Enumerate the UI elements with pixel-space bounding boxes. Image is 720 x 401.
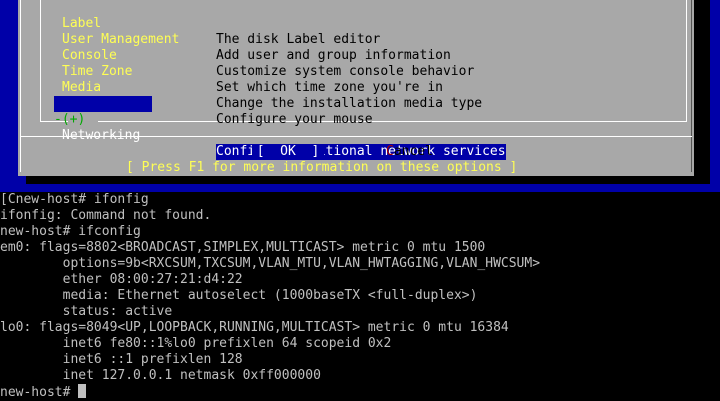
menu-item-key: Networking <box>62 128 141 143</box>
terminal-line: [Cnew-host# ifonfig <box>0 192 149 207</box>
menu-item-description: Add user and group information <box>216 48 451 63</box>
menu-list: Label The disk Label editor User Managem… <box>0 0 720 160</box>
menu-item-user-management[interactable]: User Management Add user and group infor… <box>54 16 451 63</box>
terminal-line: lo0: flags=8049<UP,LOOPBACK,RUNNING,MULT… <box>0 320 509 335</box>
terminal-line: inet6 fe80::1%lo0 prefixlen 64 scopeid 0… <box>0 336 392 351</box>
ok-button[interactable]: [ OK ] <box>252 144 324 160</box>
terminal-line: em0: flags=8802<BROADCAST,SIMPLEX,MULTIC… <box>0 240 486 255</box>
dialog-shadow-bottom <box>26 176 702 184</box>
terminal-line: new-host# ifconfig <box>0 224 141 239</box>
terminal-line: inet6 ::1 prefixlen 128 <box>0 352 243 367</box>
cancel-hotkey: C <box>386 144 394 159</box>
terminal-line: options=9b<RXCSUM,TXCSUM,VLAN_MTU,VLAN_H… <box>0 256 541 271</box>
cancel-label: ancel <box>393 144 433 159</box>
terminal-line: media: Ethernet autoselect (1000baseTX <… <box>0 288 478 303</box>
terminal-line: status: active <box>0 304 173 319</box>
text-cursor <box>78 384 87 398</box>
help-hint: [ Press F1 for more information on these… <box>126 160 518 176</box>
menu-item-networking[interactable]: Networking Configure additional network … <box>54 96 654 160</box>
menu-item-description: Configure your mouse <box>216 112 373 127</box>
options-dialog: Label The disk Label editor User Managem… <box>18 0 694 176</box>
shell-prompt: new-host# <box>0 385 79 400</box>
terminal-line: inet 127.0.0.1 netmask 0xff000000 <box>0 368 321 383</box>
terminal-output[interactable]: [Cnew-host# ifonfig ifonfig: Command not… <box>0 192 720 400</box>
terminal-prompt-line[interactable]: new-host# <box>0 384 720 400</box>
menu-item-description: Set which time zone you're in <box>216 80 443 95</box>
menu-item-console[interactable]: Console Customize system console behavio… <box>54 32 474 79</box>
menu-item-description: The disk Label editor <box>216 32 381 47</box>
menu-item-mouse[interactable]: Mouse Configure your mouse <box>54 80 373 127</box>
terminal-line: ether 08:00:27:21:d4:22 <box>0 272 243 287</box>
menu-item-time-zone[interactable]: Time Zone Set which time zone you're in <box>54 48 443 95</box>
menu-item-label[interactable]: Label The disk Label editor <box>54 0 380 47</box>
terminal-line: ifonfig: Command not found. <box>0 208 212 223</box>
menu-item-description: Customize system console behavior <box>216 64 475 79</box>
list-frame-bottom-right <box>98 121 687 122</box>
scroll-more-indicator[interactable]: -(+) <box>54 112 85 128</box>
selection-highlight <box>54 96 152 112</box>
menu-item-media[interactable]: Media Change the installation media type <box>54 64 482 111</box>
cancel-button[interactable]: Cancel <box>386 144 433 160</box>
